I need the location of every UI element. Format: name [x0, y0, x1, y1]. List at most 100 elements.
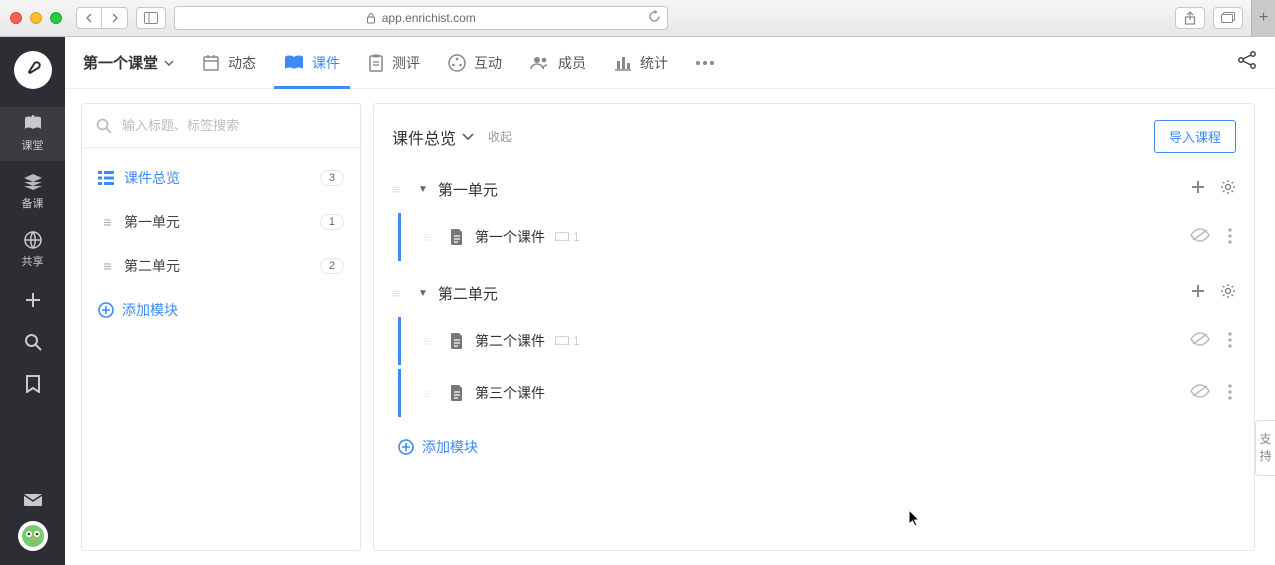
sidebar-search-button[interactable]	[0, 323, 65, 361]
document-icon	[449, 228, 465, 246]
drag-handle-icon[interactable]: ≡	[98, 214, 114, 230]
book-small-icon	[555, 336, 569, 346]
tab-members[interactable]: 成员	[530, 37, 586, 89]
sidebar-mail-button[interactable]	[0, 483, 65, 517]
doc-row[interactable]: ≡ 第三个课件	[398, 369, 1236, 417]
maximize-window[interactable]	[50, 12, 62, 24]
tab-interact[interactable]: 互动	[448, 37, 502, 89]
app-logo[interactable]	[14, 51, 52, 89]
caret-down-icon[interactable]: ▼	[418, 184, 428, 195]
caret-down-icon[interactable]: ▼	[418, 288, 428, 299]
tab-label: 统计	[640, 53, 668, 73]
doc-meta: 1	[555, 334, 580, 348]
unit-add-button[interactable]	[1190, 283, 1206, 303]
unit-header[interactable]: ≡ ▼ 第一单元	[392, 165, 1236, 213]
import-course-button[interactable]: 导入课程	[1154, 120, 1236, 153]
tab-label: 互动	[474, 53, 502, 73]
tree-overview[interactable]: 课件总览 3	[86, 156, 356, 200]
gear-icon	[1220, 283, 1236, 299]
tab-label: 测评	[392, 53, 420, 73]
drag-handle-icon[interactable]: ≡	[423, 385, 439, 401]
search-icon	[24, 333, 42, 351]
tab-stats[interactable]: 统计	[614, 37, 668, 89]
unit-title: 第一单元	[438, 179, 498, 200]
more-vertical-icon	[1228, 332, 1232, 348]
chart-icon	[614, 55, 632, 71]
tree-item-count: 3	[320, 170, 344, 186]
tab-label: 成员	[558, 53, 586, 73]
app-sidebar: 课堂 备课 共享	[0, 37, 65, 565]
drag-handle-icon[interactable]: ≡	[392, 181, 408, 197]
doc-row[interactable]: ≡ 第一个课件 1	[398, 213, 1236, 261]
search-icon	[96, 118, 112, 134]
dots-circle-icon	[448, 54, 466, 72]
drag-handle-icon[interactable]: ≡	[423, 229, 439, 245]
add-module-label: 添加模块	[422, 437, 478, 457]
unit-settings-button[interactable]	[1220, 283, 1236, 303]
drag-handle-icon[interactable]: ≡	[98, 258, 114, 274]
unit-header[interactable]: ≡ ▼ 第二单元	[392, 269, 1236, 317]
doc-title: 第三个课件	[475, 383, 545, 403]
sidebar-bookmark-button[interactable]	[0, 365, 65, 403]
nav-back-forward	[76, 7, 128, 29]
unit-block: ≡ ▼ 第一单元 ≡ 第一个课件 1	[374, 161, 1254, 265]
doc-visibility-button[interactable]	[1190, 384, 1210, 403]
user-avatar[interactable]	[18, 521, 48, 551]
chevron-down-icon	[462, 133, 474, 141]
new-tab-button[interactable]: +	[1251, 0, 1275, 37]
doc-more-button[interactable]	[1228, 228, 1232, 247]
back-button[interactable]	[76, 7, 102, 29]
tab-more[interactable]	[696, 37, 714, 89]
sidebar-item-label: 课堂	[22, 137, 44, 153]
sidebar-item-share[interactable]: 共享	[0, 223, 65, 277]
tabs-button[interactable]	[1213, 7, 1243, 29]
tab-activity[interactable]: 动态	[202, 37, 256, 89]
tree-item-count: 1	[320, 214, 344, 230]
plus-icon	[24, 291, 42, 309]
sidebar-item-classroom[interactable]: 课堂	[0, 107, 65, 161]
tree-item-label: 第二单元	[124, 256, 180, 276]
share-button-chrome[interactable]	[1175, 7, 1205, 29]
share-icon	[1237, 50, 1257, 70]
globe-icon	[24, 231, 42, 249]
forward-button[interactable]	[102, 7, 128, 29]
drag-handle-icon[interactable]: ≡	[423, 333, 439, 349]
sidebar-toggle-button[interactable]	[136, 7, 166, 29]
minimize-window[interactable]	[30, 12, 42, 24]
class-selector[interactable]: 第一个课堂	[83, 52, 174, 73]
add-module-left[interactable]: 添加模块	[86, 288, 356, 332]
support-tab[interactable]: 支持	[1255, 420, 1275, 476]
add-module-main[interactable]: 添加模块	[374, 421, 1254, 473]
collapse-link[interactable]: 收起	[488, 128, 512, 145]
tab-assessment[interactable]: 测评	[368, 37, 420, 89]
doc-more-button[interactable]	[1228, 332, 1232, 351]
reload-button[interactable]	[648, 10, 661, 26]
doc-visibility-button[interactable]	[1190, 332, 1210, 351]
tree-item-count: 2	[320, 258, 344, 274]
tree-item-label: 第一单元	[124, 212, 180, 232]
overview-title[interactable]: 课件总览	[392, 125, 474, 149]
unit-add-button[interactable]	[1190, 179, 1206, 199]
sidebar-item-prepare[interactable]: 备课	[0, 165, 65, 219]
document-icon	[449, 384, 465, 402]
right-panel: 课件总览 收起 导入课程 ≡ ▼ 第一单元	[373, 103, 1255, 551]
book-open-icon	[284, 55, 304, 71]
address-bar[interactable]: app.enrichist.com	[174, 6, 668, 30]
doc-visibility-button[interactable]	[1190, 228, 1210, 247]
eye-off-icon	[1190, 228, 1210, 242]
unit-settings-button[interactable]	[1220, 179, 1236, 199]
sidebar-add-button[interactable]	[0, 281, 65, 319]
drag-handle-icon[interactable]: ≡	[392, 285, 408, 301]
unit-title: 第二单元	[438, 283, 498, 304]
tab-courseware[interactable]: 课件	[284, 37, 340, 89]
document-icon	[449, 332, 465, 350]
search-input[interactable]	[122, 118, 346, 133]
tree-unit-2[interactable]: ≡ 第二单元 2	[86, 244, 356, 288]
more-icon	[696, 61, 714, 65]
share-button[interactable]	[1237, 50, 1257, 75]
close-window[interactable]	[10, 12, 22, 24]
doc-more-button[interactable]	[1228, 384, 1232, 403]
chevron-down-icon	[164, 60, 174, 66]
doc-row[interactable]: ≡ 第二个课件 1	[398, 317, 1236, 365]
tree-unit-1[interactable]: ≡ 第一单元 1	[86, 200, 356, 244]
